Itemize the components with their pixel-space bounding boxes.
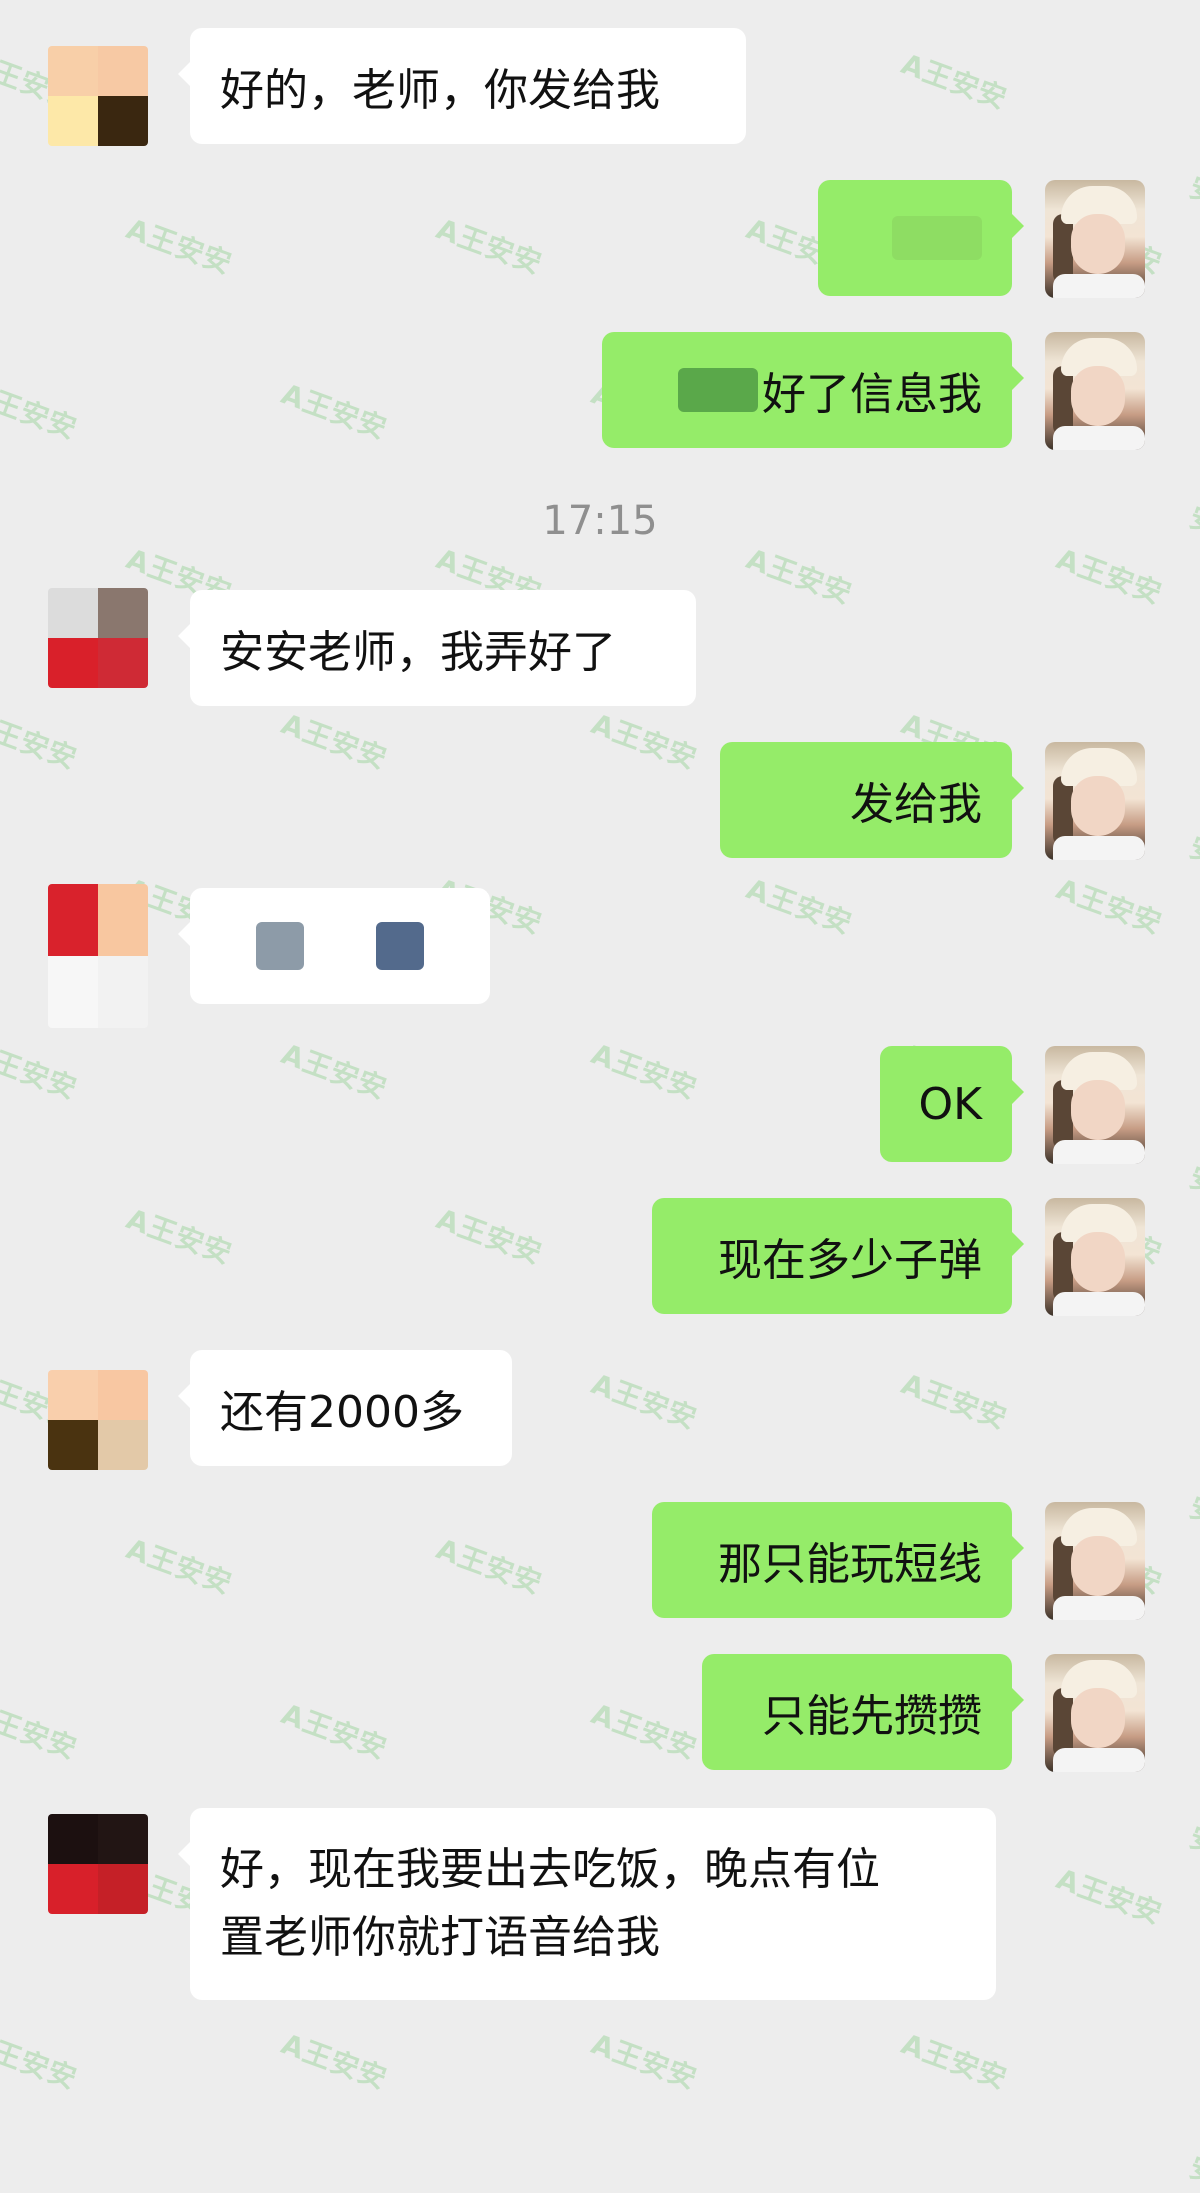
message-text: OK — [918, 1078, 983, 1130]
message-text: 现在多少子弹 — [718, 1235, 982, 1286]
blurred-content — [892, 216, 982, 260]
watermark-text: A王安安 — [122, 1532, 237, 1601]
message-bubble-outgoing[interactable]: 现在多少子弹 — [652, 1198, 1024, 1314]
message-text-line: 置老师你就打语音给我 — [220, 1912, 660, 1963]
message-bubble-outgoing[interactable]: 那只能玩短线 — [652, 1502, 1024, 1618]
my-avatar[interactable] — [1045, 180, 1145, 298]
blurred-content — [256, 922, 304, 970]
my-avatar[interactable] — [1045, 1654, 1145, 1772]
watermark-text: A王安安 — [1052, 1862, 1167, 1931]
avatar[interactable] — [48, 1814, 148, 1914]
watermark-text: A王安安 — [277, 2027, 392, 2096]
message-text: 只能先攒攒 — [762, 1691, 982, 1742]
message-text: 安安老师，我弄好了 — [220, 627, 616, 678]
watermark-text: A王安安 — [897, 2027, 1012, 2096]
blurred-content — [678, 368, 758, 412]
my-avatar[interactable] — [1045, 1046, 1145, 1164]
watermark-text: A王安安 — [587, 1697, 702, 1766]
watermark-text: A王安安 — [587, 707, 702, 776]
message-text: 那只能玩短线 — [718, 1539, 982, 1590]
message-bubble-incoming[interactable]: 还有2000多 — [178, 1350, 512, 1466]
watermark-text: A王安安 — [0, 707, 82, 776]
message-text: 发给我 — [850, 779, 982, 830]
my-avatar[interactable] — [1045, 1198, 1145, 1316]
watermark-text: A王安安 — [277, 1037, 392, 1106]
message-bubble-incoming[interactable]: 好，现在我要出去吃饭，晚点有位 置老师你就打语音给我 — [178, 1808, 996, 2000]
message-bubble-outgoing[interactable] — [818, 180, 1024, 296]
watermark-text: A王安安 — [1185, 1453, 1200, 1532]
watermark-text: A王安安 — [277, 707, 392, 776]
watermark-text: A王安安 — [742, 542, 857, 611]
watermark-text: A王安安 — [897, 47, 1012, 116]
watermark-text: A王安安 — [277, 377, 392, 446]
watermark-text: A王安安 — [277, 1697, 392, 1766]
watermark-text: A王安安 — [587, 1037, 702, 1106]
watermark-text: A王安安 — [1052, 542, 1167, 611]
watermark-text: A王安安 — [587, 1367, 702, 1436]
message-bubble-outgoing[interactable]: OK — [880, 1046, 1024, 1162]
message-text-line: 好，现在我要出去吃饭，晚点有位 — [220, 1844, 880, 1895]
avatar[interactable] — [48, 588, 148, 688]
blurred-content — [376, 922, 424, 970]
watermark-text: A王安安 — [122, 212, 237, 281]
watermark-text: A王安安 — [1052, 872, 1167, 941]
message-bubble-incoming[interactable]: 好的，老师，你发给我 — [178, 28, 746, 144]
my-avatar[interactable] — [1045, 332, 1145, 450]
watermark-text: A王安安 — [742, 872, 857, 941]
message-bubble-outgoing[interactable]: 好了信息我 — [602, 332, 1024, 448]
watermark-text: A王安安 — [1185, 793, 1200, 872]
message-bubble-outgoing[interactable]: 只能先攒攒 — [702, 1654, 1024, 1770]
my-avatar[interactable] — [1045, 742, 1145, 860]
watermark-text: A王安安 — [1185, 1783, 1200, 1862]
message-bubble-outgoing[interactable]: 发给我 — [720, 742, 1024, 858]
watermark-text: A王安安 — [432, 1202, 547, 1271]
watermark-text: A王安安 — [0, 377, 82, 446]
avatar[interactable] — [48, 884, 148, 1028]
message-bubble-incoming[interactable]: 安安老师，我弄好了 — [178, 590, 696, 706]
watermark-text: A王安安 — [897, 1367, 1012, 1436]
watermark-text: A王安安 — [1185, 2113, 1200, 2192]
watermark-text: A王安安 — [0, 1037, 82, 1106]
watermark-text: A王安安 — [1185, 1123, 1200, 1202]
message-text: 好的，老师，你发给我 — [220, 65, 660, 116]
message-text: 好了信息我 — [762, 369, 982, 420]
watermark-text: A王安安 — [0, 2027, 82, 2096]
message-text: 还有2000多 — [220, 1387, 464, 1438]
message-bubble-incoming[interactable] — [178, 888, 490, 1004]
watermark-layer: A王安安 A王安安 A王安安 A王安安 A王安安 A王安安 A王安安 A王安安 A王安安 A王安安… — [0, 0, 1200, 2191]
my-avatar[interactable] — [1045, 1502, 1145, 1620]
watermark-text: A王安安 — [587, 2027, 702, 2096]
avatar[interactable] — [48, 46, 148, 146]
watermark-text: A王安安 — [0, 1697, 82, 1766]
timestamp: 17:15 — [542, 498, 658, 544]
watermark-text: A王安安 — [1185, 133, 1200, 212]
watermark-text: A王安安 — [432, 212, 547, 281]
avatar[interactable] — [48, 1370, 148, 1470]
watermark-text: A王安安 — [122, 1202, 237, 1271]
watermark-text: A王安安 — [432, 1532, 547, 1601]
